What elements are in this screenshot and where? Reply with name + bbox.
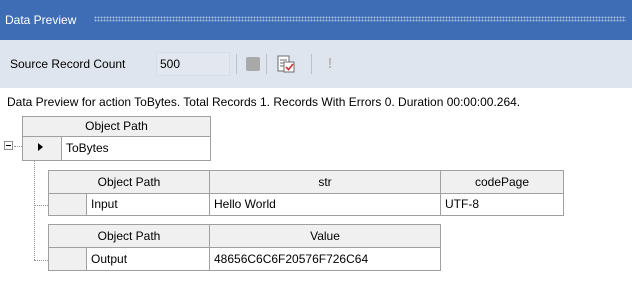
- column-header-value[interactable]: Value: [209, 224, 441, 248]
- toolbar-separator: [311, 54, 312, 74]
- status-text: Data Preview for action ToBytes. Total R…: [7, 95, 521, 109]
- column-header-codepage[interactable]: codePage: [440, 170, 564, 194]
- input-object-path-cell[interactable]: Input: [86, 193, 210, 216]
- preview-checklist-icon[interactable]: [276, 54, 296, 74]
- column-header-str[interactable]: str: [209, 170, 441, 194]
- toolbar: Source Record Count 500 !: [0, 40, 632, 88]
- exclamation-icon[interactable]: !: [326, 54, 334, 74]
- toolbar-separator: [236, 54, 237, 74]
- input-str-cell[interactable]: Hello World: [209, 193, 441, 216]
- row-header[interactable]: [48, 193, 87, 216]
- toolbar-separator: [266, 54, 267, 74]
- column-header-object-path[interactable]: Object Path: [48, 170, 210, 194]
- window-title: Data Preview: [5, 13, 77, 27]
- column-header-object-path[interactable]: Object Path: [48, 224, 210, 248]
- output-value-cell[interactable]: 48656C6C6F20576F726C64: [209, 247, 441, 271]
- output-object-path-cell[interactable]: Output: [86, 247, 210, 271]
- title-grip[interactable]: [94, 16, 626, 22]
- stop-icon[interactable]: [246, 57, 260, 71]
- object-path-cell[interactable]: ToBytes: [61, 136, 211, 161]
- row-pointer-icon: [38, 143, 43, 151]
- source-record-count-input[interactable]: 500: [156, 52, 230, 76]
- row-header[interactable]: [48, 247, 87, 271]
- title-bar: Data Preview: [0, 0, 632, 40]
- tree-connector: [34, 205, 48, 206]
- minus-expander-icon[interactable]: [4, 141, 13, 150]
- column-header-object-path[interactable]: Object Path: [22, 116, 211, 137]
- tree-connector: [34, 161, 35, 260]
- tree-connector: [14, 146, 22, 147]
- input-codepage-cell[interactable]: UTF-8: [440, 193, 564, 216]
- tree-connector: [34, 260, 48, 261]
- source-record-count-label: Source Record Count: [10, 57, 126, 71]
